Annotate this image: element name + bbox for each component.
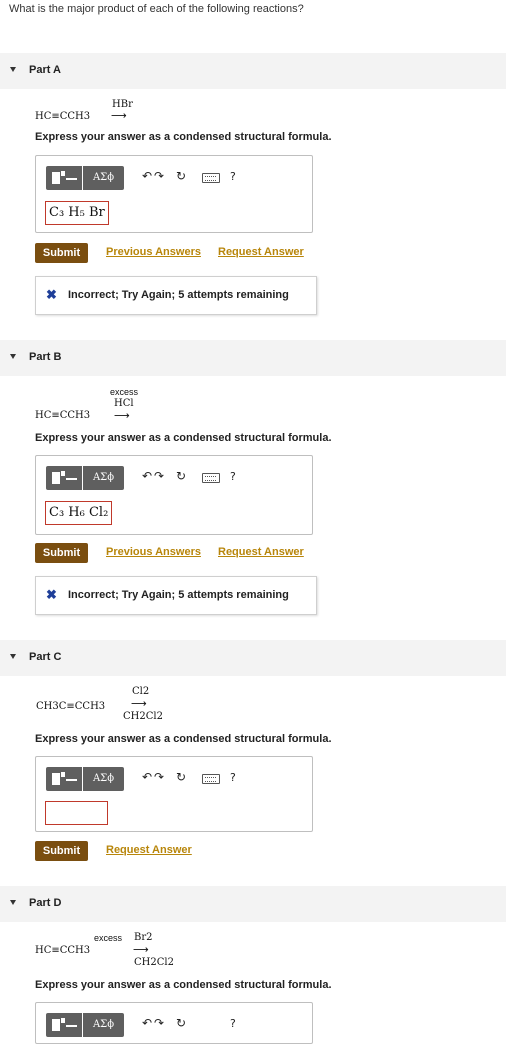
greek-symbols-button[interactable]: AΣϕ [83,767,124,791]
feedback-box: ✖ Incorrect; Try Again; 5 attempts remai… [35,576,317,615]
part-a-title: Part A [29,64,61,76]
reactant: HC≡CCH3 [35,945,91,956]
reactant: HC≡CCH3 [35,111,91,122]
reagent-condition: excess [110,387,139,397]
help-icon[interactable]: ? [230,1017,236,1031]
feedback-message: Incorrect; Try Again; 5 attempts remaini… [68,289,289,301]
keyboard-icon[interactable] [202,473,220,483]
part-b-title: Part B [29,351,62,363]
request-answer-link[interactable]: Request Answer [218,246,304,258]
caret-down-icon [10,654,16,659]
reagent-condition: excess [94,933,123,943]
feedback-message: Incorrect; Try Again; 5 attempts remaini… [68,589,289,601]
redo-icon[interactable]: ↷ [154,1016,164,1030]
answer-field[interactable]: C₃ H₅ Br [45,201,109,225]
reagent-below: CH2Cl2 [123,711,163,722]
reaction-arrow: ⟶ [133,943,149,956]
answer-field[interactable]: C₃ H₆ Cl₂ [45,501,113,525]
editor-toolbar: AΣϕ [46,1013,124,1037]
answer-editor: AΣϕ ↶ ↷ ↻ ? C₃ H₆ Cl₂ [35,455,313,535]
reagent-above: HCl [114,398,134,409]
prompt: Express your answer as a condensed struc… [35,131,332,143]
reagent-above: Cl2 [132,686,150,697]
keyboard-icon[interactable] [202,173,220,183]
answer-editor: AΣϕ ↶ ↷ ↻ ? C₃ H₅ Br [35,155,313,233]
reset-icon[interactable]: ↻ [176,169,186,183]
help-icon[interactable]: ? [230,170,236,184]
template-button[interactable] [46,466,82,490]
part-d-title: Part D [29,897,62,909]
reactant: CH3C≡CCH3 [36,701,106,712]
template-button[interactable] [46,767,82,791]
reset-icon[interactable]: ↻ [176,770,186,784]
undo-icon[interactable]: ↶ [142,169,152,183]
greek-symbols-button[interactable]: AΣϕ [83,1013,124,1037]
redo-icon[interactable]: ↷ [154,169,164,183]
reactant: HC≡CCH3 [35,410,91,421]
undo-icon[interactable]: ↶ [142,469,152,483]
part-d-header[interactable]: Part D [0,886,506,922]
editor-toolbar: AΣϕ [46,767,124,791]
keyboard-icon[interactable] [202,774,220,784]
previous-answers-link[interactable]: Previous Answers [106,246,201,258]
redo-icon[interactable]: ↷ [154,770,164,784]
submit-button[interactable]: Submit [35,841,88,861]
answer-field[interactable] [45,801,108,825]
incorrect-icon: ✖ [46,287,57,302]
template-button[interactable] [46,166,82,190]
caret-down-icon [10,354,16,359]
undo-icon[interactable]: ↶ [142,1016,152,1030]
help-icon[interactable]: ? [230,470,236,484]
prompt: Express your answer as a condensed struc… [35,432,332,444]
editor-toolbar: AΣϕ [46,466,124,490]
answer-editor: AΣϕ ↶ ↷ ↻ ? [35,756,313,832]
editor-toolbar: AΣϕ [46,166,124,190]
part-c-title: Part C [29,651,62,663]
reagent-below: CH2Cl2 [134,957,174,968]
part-b-header[interactable]: Part B [0,340,506,376]
reset-icon[interactable]: ↻ [176,469,186,483]
request-answer-link[interactable]: Request Answer [218,546,304,558]
reset-icon[interactable]: ↻ [176,1016,186,1030]
submit-button[interactable]: Submit [35,243,88,263]
caret-down-icon [10,900,16,905]
template-button[interactable] [46,1013,82,1037]
reaction-arrow: ⟶ [111,109,127,122]
previous-answers-link[interactable]: Previous Answers [106,546,201,558]
request-answer-link[interactable]: Request Answer [106,844,192,856]
feedback-box: ✖ Incorrect; Try Again; 5 attempts remai… [35,276,317,315]
incorrect-icon: ✖ [46,587,57,602]
reaction-arrow: ⟶ [131,697,147,710]
question-text: What is the major product of each of the… [9,3,304,15]
reagent-above: Br2 [134,932,153,943]
caret-down-icon [10,67,16,72]
submit-button[interactable]: Submit [35,543,88,563]
redo-icon[interactable]: ↷ [154,469,164,483]
undo-icon[interactable]: ↶ [142,770,152,784]
part-c-header[interactable]: Part C [0,640,506,676]
prompt: Express your answer as a condensed struc… [35,733,332,745]
greek-symbols-button[interactable]: AΣϕ [83,466,124,490]
part-a-header[interactable]: Part A [0,53,506,89]
reaction-arrow: ⟶ [114,409,130,422]
prompt: Express your answer as a condensed struc… [35,979,332,991]
greek-symbols-button[interactable]: AΣϕ [83,166,124,190]
help-icon[interactable]: ? [230,771,236,785]
answer-editor: AΣϕ ↶ ↷ ↻ ? [35,1002,313,1044]
